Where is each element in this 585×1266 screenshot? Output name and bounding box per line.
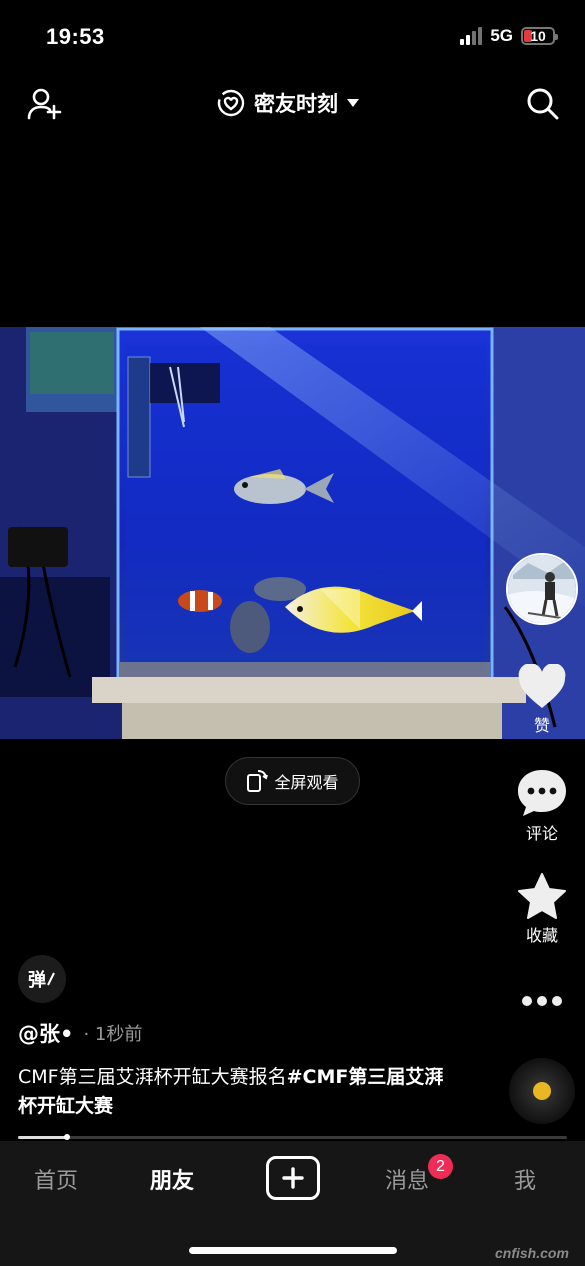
music-disc[interactable] <box>509 1058 575 1124</box>
messages-badge: 2 <box>428 1154 453 1179</box>
fullscreen-label: 全屏观看 <box>274 773 339 792</box>
dropdown-caret-icon <box>347 99 359 107</box>
battery-level: 10 <box>530 28 546 44</box>
post-caption: CMF第三届艾湃杯开缸大赛报名#CMF第三届艾湃杯开缸大赛 <box>18 1063 458 1121</box>
author-line: @张• · 1秒前 <box>18 1018 142 1048</box>
create-post-button[interactable] <box>266 1156 320 1200</box>
post-time: · 1秒前 <box>83 1024 143 1045</box>
plus-icon <box>282 1167 304 1189</box>
rotate-phone-icon <box>247 770 269 792</box>
watermark: cnfish.com <box>495 1245 569 1261</box>
more-dots-icon <box>522 996 562 1006</box>
tab-friends[interactable]: 朋友 <box>150 1163 194 1195</box>
video-progress-fill <box>18 1136 68 1139</box>
comment-label: 评论 <box>525 824 558 843</box>
battery-icon: 10 <box>521 27 558 45</box>
danmaku-label: 弹 <box>28 970 46 991</box>
author-name[interactable]: @张• <box>18 1018 73 1048</box>
star-icon <box>518 873 566 919</box>
tab-me[interactable]: 我 <box>514 1163 536 1195</box>
status-time: 19:53 <box>46 24 105 49</box>
fullscreen-button[interactable]: 全屏观看 <box>225 757 360 805</box>
favorite-action[interactable]: 收藏 <box>505 872 579 946</box>
comment-bubble-icon <box>518 770 566 816</box>
author-avatar[interactable] <box>506 553 578 625</box>
heart-circle-icon <box>217 89 245 117</box>
like-label: 赞 <box>533 716 550 735</box>
mode-selector[interactable]: 密友时刻 <box>216 88 360 118</box>
video-progress-bar[interactable] <box>18 1134 567 1140</box>
add-friend-icon[interactable] <box>26 86 62 122</box>
like-action[interactable]: 赞 <box>505 664 579 736</box>
search-icon[interactable] <box>525 86 561 122</box>
status-indicators: 5G 10 <box>460 26 558 46</box>
top-nav: 密友时刻 <box>0 80 585 130</box>
home-indicator <box>189 1247 397 1254</box>
music-disc-center <box>533 1082 551 1100</box>
danmaku-slash-icon <box>47 972 55 986</box>
favorite-label: 收藏 <box>525 926 558 945</box>
more-action[interactable] <box>505 994 579 1008</box>
signal-icon <box>460 27 483 45</box>
video-player[interactable] <box>0 327 585 739</box>
video-frame-aquarium <box>0 327 585 739</box>
danmaku-toggle-button[interactable]: 弹 <box>18 955 66 1003</box>
caption-text: CMF第三届艾湃杯开缸大赛报名 <box>18 1066 287 1088</box>
mode-label: 密友时刻 <box>254 92 338 116</box>
network-type: 5G <box>490 26 513 45</box>
video-progress-knob[interactable] <box>64 1134 71 1140</box>
comment-action[interactable]: 评论 <box>505 768 579 844</box>
heart-icon <box>518 664 566 708</box>
tab-messages[interactable]: 消息 <box>385 1163 429 1195</box>
tab-home[interactable]: 首页 <box>34 1163 78 1195</box>
